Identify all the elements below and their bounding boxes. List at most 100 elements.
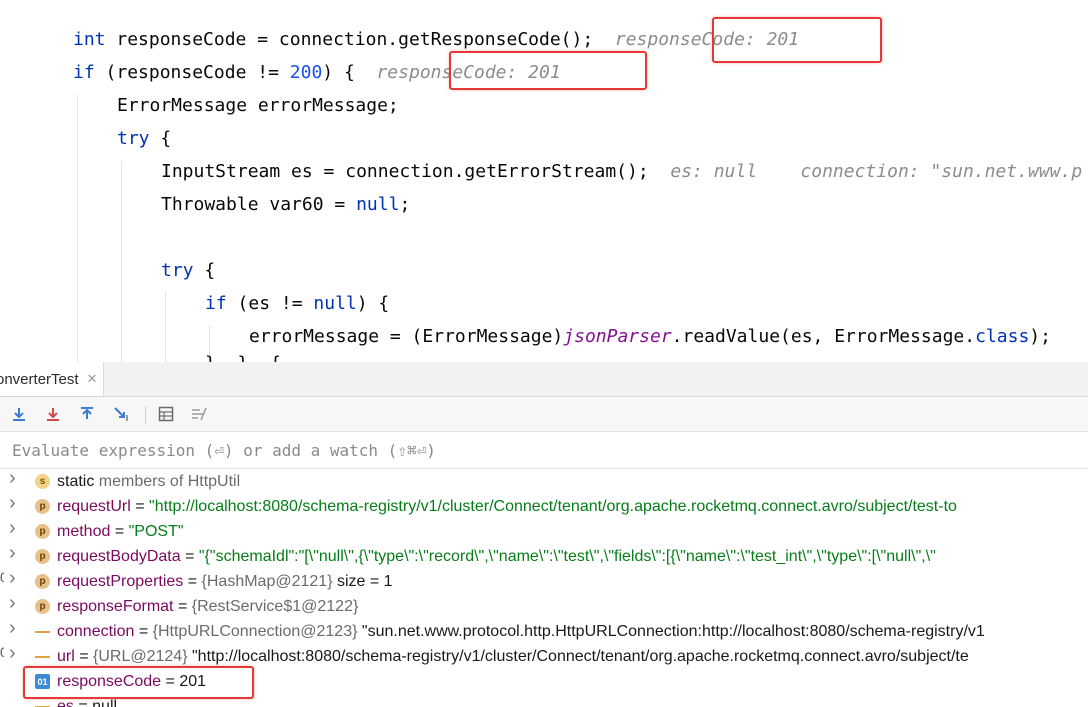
indent-guide (165, 293, 166, 362)
debug-session-tab-label: onverterTest (0, 370, 79, 388)
chevron-right-icon[interactable]: › (9, 567, 21, 590)
code-line: int responseCode = connection.getRespons… (73, 28, 799, 52)
code-token: try (117, 128, 150, 149)
chevron-right-icon[interactable]: › (9, 617, 21, 640)
field-icon (35, 624, 50, 639)
debug-toolbar (0, 397, 1088, 432)
code-line: Throwable var60 = null; (161, 193, 410, 217)
variable-name: static (57, 472, 95, 490)
code-line: InputStream es = connection.getErrorStre… (161, 160, 1082, 184)
variable-row-requestbodydata[interactable]: › p requestBodyData = "{"schemaIdl":"[\"nu… (0, 542, 1088, 569)
code-token: null (356, 194, 400, 215)
variable-value: size = 1 (332, 572, 393, 590)
chevron-right-icon[interactable]: › (9, 467, 21, 490)
parameter-icon: p (35, 524, 50, 539)
code-token: { (149, 128, 172, 149)
variable-value: = (134, 622, 153, 640)
variable-value: {RestService$1@2122} (191, 597, 359, 615)
code-token: ErrorMessage errorMessage; (117, 95, 399, 116)
variable-value: {URL@2124} (93, 647, 188, 665)
chevron-right-icon[interactable]: › (9, 492, 21, 515)
code-line: if (es != null) { (205, 292, 389, 316)
close-icon[interactable]: ✕ (87, 371, 98, 387)
debug-session-tab[interactable]: onverterTest ✕ (0, 362, 105, 396)
evaluate-table-icon[interactable] (155, 403, 177, 425)
parameter-icon: p (35, 549, 50, 564)
variable-value: = (183, 572, 202, 590)
variable-name: responseFormat (57, 597, 174, 615)
variable-text: responseFormat = {RestService$1@2122} (57, 598, 358, 616)
variable-value: = (130, 497, 150, 515)
variable-row-responseformat[interactable]: › p responseFormat = {RestService$1@2122} (0, 592, 1088, 619)
evaluate-expression-input[interactable] (0, 432, 1088, 468)
chevron-right-icon[interactable]: › (9, 542, 21, 565)
code-token: { (193, 260, 216, 281)
variable-text: requestUrl = "http://localhost:8080/sche… (57, 498, 957, 516)
trace-current-stream-icon[interactable] (188, 403, 210, 425)
code-token: responseCode = connection.getResponseCod… (105, 29, 615, 50)
inline-value-hint: es: null (670, 161, 758, 182)
inline-value-hint: connection: "sun.net.www.p (800, 161, 1083, 182)
variable-text: method = "POST" (57, 523, 184, 541)
variable-text: requestProperties = {HashMap@2121} size … (57, 573, 393, 591)
variable-value: "POST" (128, 522, 184, 540)
variable-row-connection[interactable]: › connection = {HttpURLConnection@2123} "… (0, 617, 1088, 644)
variable-row-requesturl[interactable]: › p requestUrl = "http://localhost:8080/sc… (0, 492, 1088, 519)
code-line: ErrorMessage errorMessage; (117, 94, 399, 118)
code-token: Throwable var60 = (161, 194, 357, 215)
step-into-icon[interactable] (42, 403, 64, 425)
chevron-right-icon[interactable]: › (9, 517, 21, 540)
variable-text: static members of HttpUtil (57, 473, 240, 491)
code-line: try { (161, 259, 215, 283)
code-token: .readValue(es, ErrorMessage. (671, 326, 976, 347)
code-editor[interactable]: int responseCode = connection.getRespons… (0, 0, 1088, 362)
debug-panel: onverterTest ✕ ›sstatic members of HttpU… (0, 362, 1088, 707)
code-line: try { (117, 127, 171, 151)
code-token: try (161, 260, 194, 281)
code-token: ) { (322, 62, 377, 83)
variable-value: "http://localhost:8080/schema-registry/v… (149, 497, 957, 515)
code-token: jsonParser (563, 326, 672, 347)
parameter-icon: p (35, 599, 50, 614)
code-token: errorMessage = (ErrorMessage) (249, 326, 564, 347)
variable-value: {HashMap@2121} (201, 572, 333, 590)
variable-value: = (110, 522, 129, 540)
highlight-box-inline-hint-1 (712, 17, 882, 63)
variable-value: members of HttpUtil (94, 472, 241, 490)
code-token: ) { (356, 293, 390, 314)
debug-tab-strip: onverterTest ✕ (0, 362, 1088, 397)
code-token: if (73, 62, 95, 83)
static-icon: s (35, 474, 50, 489)
code-token: null (313, 293, 357, 314)
step-over-icon[interactable] (8, 403, 30, 425)
variable-value: "{"schemaIdl":"[\"null\",{\"type\":\"rec… (198, 547, 936, 565)
variable-name: requestBodyData (57, 547, 181, 565)
step-out-icon[interactable] (76, 403, 98, 425)
chevron-right-icon[interactable]: › (9, 592, 21, 615)
variable-value: "http://localhost:8080/schema-registry/v… (187, 647, 969, 665)
variable-row-requestproperties[interactable]: 0 › p requestProperties = {HashMap@2121} si… (0, 567, 1088, 594)
variable-value: = (74, 647, 94, 665)
variable-row-static[interactable]: › s static members of HttpUtil (0, 467, 1088, 494)
run-to-cursor-icon[interactable] (110, 403, 132, 425)
variable-name: requestUrl (57, 497, 131, 515)
evaluate-expression-bar (0, 432, 1088, 469)
variable-text: requestBodyData = "{"schemaIdl":"[\"null… (57, 548, 936, 566)
variable-row-method[interactable]: › p method = "POST" (0, 517, 1088, 544)
field-icon (35, 699, 50, 707)
code-token: int (73, 29, 106, 50)
variable-text: url = {URL@2124} "http://localhost:8080/… (57, 648, 969, 666)
code-token: class (975, 326, 1030, 347)
code-line: errorMessage = (ErrorMessage)jsonParser.… (249, 325, 1051, 349)
parameter-icon: p (35, 574, 50, 589)
highlight-box-inline-hint-2 (449, 51, 647, 90)
field-icon (35, 649, 50, 664)
variable-value: = (180, 547, 199, 565)
variable-name: url (57, 647, 75, 665)
parameter-icon: p (35, 499, 50, 514)
code-token: ); (1029, 326, 1051, 347)
chevron-right-icon[interactable]: › (9, 642, 21, 665)
toolbar-separator (145, 406, 146, 424)
code-line-partial: } } { (205, 352, 281, 362)
